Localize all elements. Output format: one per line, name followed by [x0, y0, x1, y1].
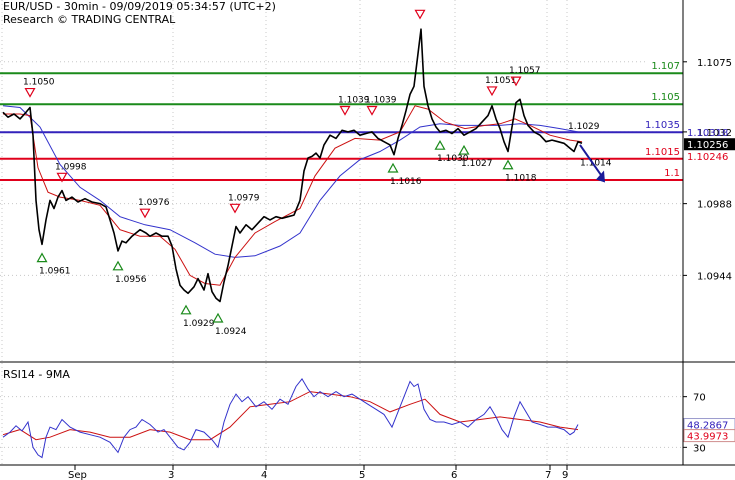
price-tick-label-2: 1.0988 — [697, 200, 732, 211]
low-marker-14 — [434, 139, 446, 150]
rsi-tick-label-0: 70 — [693, 393, 706, 404]
price-axis-bg — [683, 0, 735, 362]
plain-label-17: 1.1029 — [568, 122, 600, 132]
level-label-4: 1.1 — [664, 168, 680, 179]
price-series — [2, 28, 583, 303]
ma-slow-line — [2, 105, 579, 258]
rsi-title: RSI14 - 9MA — [3, 368, 70, 381]
low-marker-15 — [458, 144, 470, 155]
low-label-15: 1.1027 — [461, 159, 493, 169]
chart-canvas: 1.10501.09981.0976 1.09791.10391.10391.10… — [0, 0, 735, 480]
rsi-tick-label-1: 30 — [693, 443, 706, 454]
high-label-7: 1.1057 — [509, 66, 541, 76]
price-marker-label-0: 1.10318 — [687, 128, 728, 139]
price-tick-label-3: 1.0944 — [697, 271, 732, 282]
low-marker-10 — [112, 260, 124, 271]
price-line — [2, 28, 583, 303]
high-label-0: 1.1050 — [23, 78, 55, 88]
current-price-markers: 1.103181.102561.10246 — [684, 128, 735, 163]
rsi-value-label-1: 43.9973 — [687, 432, 728, 443]
level-label-1: 1.105 — [651, 92, 680, 103]
low-label-12: 1.0924 — [215, 327, 247, 337]
low-label-13: 1.1016 — [390, 177, 422, 187]
level-label-3: 1.1015 — [645, 147, 680, 158]
price-marker-label-2: 1.10246 — [687, 152, 728, 163]
time-tick-label-4: 6 — [451, 470, 457, 480]
high-marker-8 — [414, 9, 426, 20]
high-label-2: 1.0976 — [138, 198, 170, 208]
time-tick-label-0: Sep — [68, 470, 87, 480]
level-labels: 1.107 1.105 1.1035 1.1015 1.1 — [640, 59, 682, 179]
price-marker-label-1: 1.10256 — [687, 140, 728, 151]
time-tick-label-2: 4 — [261, 470, 267, 480]
high-label-3: 1.0979 — [228, 193, 260, 203]
high-label-1: 1.0998 — [55, 162, 87, 172]
high-label-5: 1.1039 — [365, 95, 397, 105]
time-tick-label-3: 5 — [359, 470, 365, 480]
rsi-grid — [0, 363, 683, 464]
low-marker-12 — [212, 312, 224, 323]
high-marker-2 — [139, 208, 151, 219]
rsi-series — [2, 378, 579, 459]
low-label-11: 1.0929 — [183, 319, 215, 329]
time-axis: Sep 3 4 5 6 7 9 — [68, 465, 568, 480]
time-tick-label-1: 3 — [168, 470, 174, 480]
time-tick-label-5: 7 — [545, 470, 551, 480]
high-marker-6 — [486, 86, 498, 97]
high-marker-5 — [366, 105, 378, 116]
low-marker-16 — [502, 159, 514, 170]
low-marker-9 — [36, 252, 48, 263]
high-marker-0 — [24, 87, 36, 98]
low-marker-11 — [180, 304, 192, 315]
rsi-axis-bg — [683, 363, 735, 465]
low-label-16: 1.1018 — [505, 174, 537, 184]
low-label-9: 1.0961 — [39, 267, 71, 277]
price-tick-label-0: 1.1075 — [697, 58, 732, 69]
high-marker-3 — [229, 203, 241, 214]
level-label-0: 1.107 — [651, 61, 680, 72]
low-label-10: 1.0956 — [115, 275, 147, 285]
pivot-annotations: 1.10501.09981.0976 1.09791.10391.10391.10… — [23, 9, 612, 337]
high-marker-4 — [339, 105, 351, 116]
level-label-2: 1.1035 — [645, 120, 680, 131]
time-tick-label-6: 9 — [562, 470, 568, 480]
low-marker-13 — [387, 162, 399, 173]
